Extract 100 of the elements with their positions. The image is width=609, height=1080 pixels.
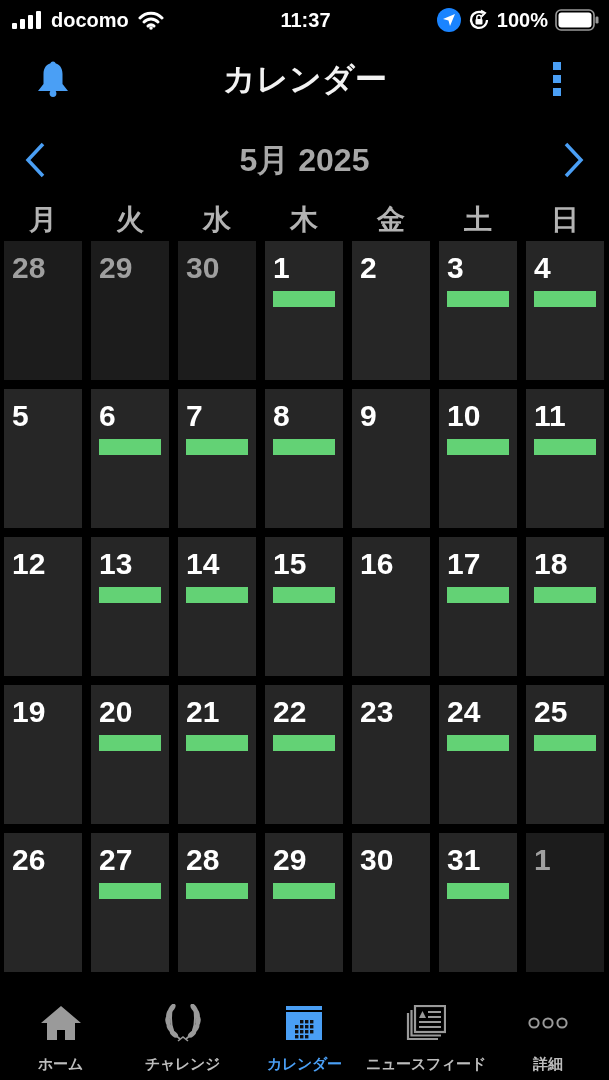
tab-bar-item[interactable]: チャレンジ [121,972,244,1080]
day-cell[interactable]: 6 [91,389,169,528]
bell-icon [38,61,68,97]
date-number: 29 [99,251,133,285]
weekday-label: 土 [464,206,492,234]
date-number: 16 [360,547,394,581]
home-icon [40,1006,81,1040]
day-cell[interactable]: 7 [178,389,256,528]
date-number: 8 [273,399,290,433]
kebab-menu-icon [553,62,561,96]
day-cell[interactable]: 27 [91,833,169,972]
date-number: 2 [360,251,377,285]
newspaper-icon [406,1005,447,1041]
date-number: 30 [360,843,394,877]
day-cell[interactable]: 1 [526,833,604,972]
day-cell[interactable]: 4 [526,241,604,380]
date-number: 4 [534,251,551,285]
date-number: 30 [186,251,220,285]
status-time: 11:37 [280,10,331,30]
day-cell[interactable]: 5 [4,389,82,528]
date-number: 15 [273,547,307,581]
day-cell[interactable]: 10 [439,389,517,528]
day-cell[interactable]: 29 [91,241,169,380]
day-cell[interactable]: 23 [352,685,430,824]
date-number: 28 [186,843,220,877]
day-cell[interactable]: 19 [4,685,82,824]
date-number: 22 [273,695,307,729]
calendar-icon [286,1006,323,1040]
date-number: 29 [273,843,307,877]
day-cell[interactable]: 2 [352,241,430,380]
date-number: 1 [534,843,551,877]
day-cell[interactable]: 15 [265,537,343,676]
weekday-label: 水 [203,206,231,234]
date-number: 28 [12,251,46,285]
date-number: 9 [360,399,377,433]
tab-bar-item[interactable]: 詳細 [487,972,609,1080]
notification-bell-button[interactable] [36,59,70,99]
date-number: 12 [12,547,46,581]
day-cell[interactable]: 1 [265,241,343,380]
day-cell[interactable]: 30 [178,241,256,380]
day-cell[interactable]: 13 [91,537,169,676]
signal-icon [12,11,42,29]
day-cell[interactable]: 21 [178,685,256,824]
date-number: 18 [534,547,568,581]
date-number: 23 [360,695,394,729]
day-cell[interactable]: 14 [178,537,256,676]
day-cell[interactable]: 31 [439,833,517,972]
weekday-label: 月 [29,206,57,234]
day-cell[interactable]: 29 [265,833,343,972]
chevron-left-icon [24,142,46,178]
date-number: 3 [447,251,464,285]
laurel-wreath-icon [162,1004,203,1042]
date-number: 26 [12,843,46,877]
day-cell[interactable]: 9 [352,389,430,528]
battery-icon [555,9,599,31]
date-number: 11 [534,399,566,433]
day-cell[interactable]: 11 [526,389,604,528]
day-cell[interactable]: 18 [526,537,604,676]
page-title: カレンダー [222,63,387,95]
day-cell[interactable]: 28 [4,241,82,380]
date-number: 27 [99,843,133,877]
month-label: 5月 2025 [239,144,370,176]
date-number: 25 [534,695,568,729]
day-cell[interactable]: 22 [265,685,343,824]
date-number: 24 [447,695,481,729]
day-cell[interactable]: 16 [352,537,430,676]
more-options-button[interactable] [551,60,563,98]
date-number: 14 [186,547,220,581]
day-cell[interactable]: 24 [439,685,517,824]
date-number: 5 [12,399,29,433]
date-number: 10 [447,399,481,433]
day-cell[interactable]: 30 [352,833,430,972]
rotation-lock-icon [467,9,490,31]
chevron-right-icon [563,142,585,178]
day-cell[interactable]: 26 [4,833,82,972]
day-cell[interactable]: 20 [91,685,169,824]
weekday-label: 火 [116,206,144,234]
day-cell[interactable]: 3 [439,241,517,380]
day-cell[interactable]: 28 [178,833,256,972]
wifi-icon [137,10,164,30]
day-cell[interactable]: 8 [265,389,343,528]
date-number: 1 [273,251,290,285]
battery-percent: 100% [496,10,548,30]
day-cell[interactable]: 12 [4,537,82,676]
date-number: 7 [186,399,203,433]
date-number: 13 [99,547,133,581]
weekday-label: 金 [377,206,405,234]
date-number: 20 [99,695,133,729]
date-number: 6 [99,399,116,433]
tab-bar-item[interactable]: カレンダー [243,972,366,1080]
date-number: 31 [447,843,481,877]
date-number: 21 [186,695,220,729]
date-number: 17 [447,547,481,581]
tab-bar-item[interactable]: ニュースフィード [365,972,488,1080]
tab-bar-item[interactable]: ホーム [0,972,122,1080]
day-cell[interactable]: 25 [526,685,604,824]
date-number: 19 [12,695,46,729]
day-cell[interactable]: 17 [439,537,517,676]
weekday-label: 木 [290,206,318,234]
weekday-label: 日 [551,206,579,234]
